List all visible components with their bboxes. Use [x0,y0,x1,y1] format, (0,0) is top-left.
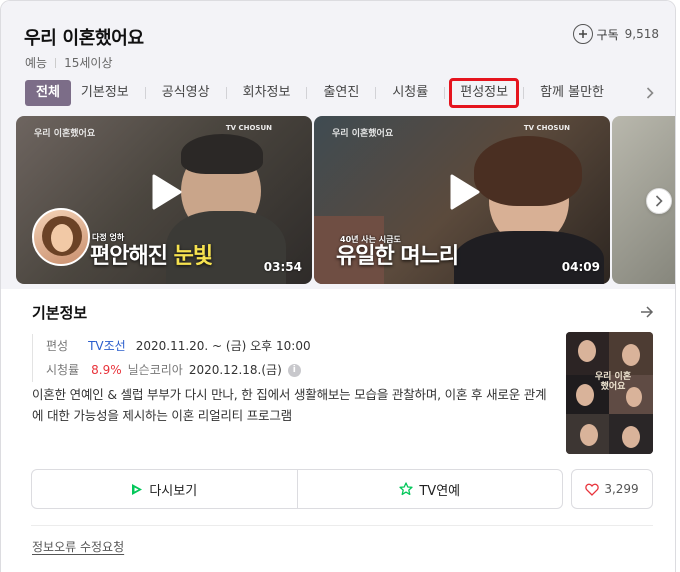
footer-divider [31,525,653,526]
channel-link[interactable]: TV조선 [88,334,126,358]
tab-basic-info[interactable]: 기본정보 [71,80,139,106]
scene-figure [181,134,263,174]
avatar [32,208,90,266]
carousel-next-button[interactable] [646,188,672,214]
viewership-date: 2020.12.18.(금) [188,363,282,377]
program-description: 이혼한 연예인 & 셀럽 부부가 다시 만나, 한 집에서 생활해보는 모습을 … [32,387,547,423]
video-thumbnail[interactable]: 우리 이혼했어요 TV CHOSUN 다정 엉하 편안해진 눈빛 03:54 [16,116,312,284]
replay-button[interactable]: 다시보기 [32,470,297,508]
caption-text: 편안해진 [90,244,168,269]
tab-ratings[interactable]: 시청률 [382,80,438,106]
replay-label: 다시보기 [149,483,198,499]
meta-divider [55,57,57,68]
video-duration: 04:09 [561,260,600,274]
broadcast-row: 편성 TV조선 2020.11.20. ~ (금) 오후 10:00 [46,334,311,358]
tab-divider [306,87,308,99]
tab-fade [601,79,641,107]
tab-all[interactable]: 전체 [25,80,71,106]
genre-label: 예능 [25,56,48,70]
tab-divider [444,87,446,99]
info-list: 편성 TV조선 2020.11.20. ~ (금) 오후 10:00 시청률 8… [32,334,311,382]
age-rating-label: 15세이상 [64,56,113,70]
tab-episodes[interactable]: 회차정보 [233,80,301,106]
chevron-right-icon[interactable] [643,84,657,102]
tv-entertainment-label: TV연예 [419,483,461,499]
tab-divider [144,87,146,99]
show-logo: 우리 이혼했어요 [332,129,394,139]
action-bar: 다시보기 TV연예 [31,469,563,509]
section-title: 기본정보 [32,304,88,322]
video-caption: 유일한 며느리 [336,244,459,269]
broadcast-label: 편성 [46,339,69,353]
plus-icon [572,24,593,44]
scene-figure [474,136,582,206]
tab-divider [375,87,377,99]
report-error-link[interactable]: 정보오류 수정요청 [32,538,124,555]
tv-logo: TV CHOSUN [523,124,570,132]
heart-icon [585,483,600,496]
play-triangle-icon [132,483,143,495]
subscribe-count: 9,518 [624,27,659,41]
like-count: 3,299 [604,482,639,496]
viewership-source: 닐슨코리아 [127,363,183,377]
program-meta: 예능 15세이상 [25,54,112,71]
tab-official-videos[interactable]: 공식영상 [152,80,220,106]
info-icon[interactable]: i [287,363,301,377]
caption-highlight: 눈빛 [173,244,213,269]
viewership-row: 시청률 8.9% 닐슨코리아 2020.12.18.(금) i [46,358,311,382]
play-icon[interactable] [144,172,184,212]
chevron-right-icon [655,195,663,207]
video-duration: 03:54 [263,260,302,274]
video-thumbnail[interactable]: 우리 이혼했어요 TV CHOSUN 40년 사는 시금도 유일한 며느리 04… [314,116,610,284]
program-poster[interactable]: 우리 이혼했어요 [566,332,653,454]
subscribe-button[interactable]: 구독 9,518 [572,24,659,44]
poster-title: 우리 이혼했어요 [594,372,632,392]
tab-divider [523,87,525,99]
scene-figure [454,231,604,284]
tv-logo: TV CHOSUN [225,124,272,132]
viewership-value: 8.9% [91,363,122,377]
schedule-text: 2020.11.20. ~ (금) 오후 10:00 [135,339,311,353]
tab-bar: 전체 기본정보 공식영상 회차정보 출연진 시청률 편성정보 함께 볼만한 [25,78,614,108]
arrow-right-icon[interactable] [639,304,655,320]
tab-schedule-info[interactable]: 편성정보 [449,78,520,108]
play-icon[interactable] [442,172,482,212]
tv-entertainment-button[interactable]: TV연예 [296,470,563,508]
subscribe-label: 구독 [596,27,619,42]
program-card: 우리 이혼했어요 예능 15세이상 구독 9,518 전체 기본정보 공식영상 … [0,0,676,572]
video-caption: 편안해진 눈빛 [90,238,213,270]
program-title[interactable]: 우리 이혼했어요 [24,24,144,50]
tab-cast[interactable]: 출연진 [313,80,369,106]
star-icon [399,482,414,496]
viewership-label: 시청률 [46,363,80,377]
show-logo: 우리 이혼했어요 [34,129,96,139]
tab-divider [225,87,227,99]
like-button[interactable]: 3,299 [571,469,653,509]
